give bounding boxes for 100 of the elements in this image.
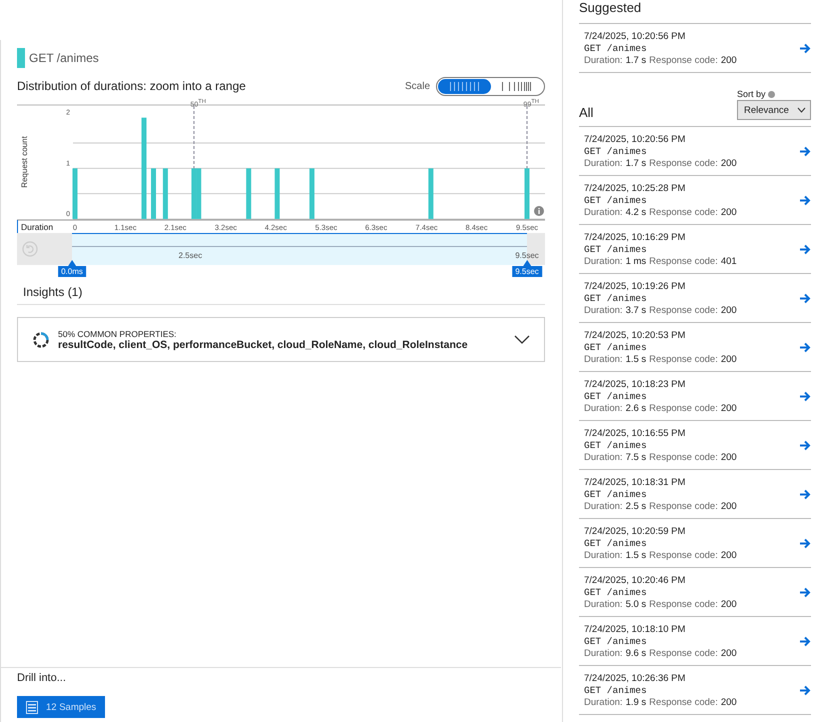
response-code-label: Response code: [649, 500, 718, 512]
arrow-right-icon[interactable] [799, 586, 811, 598]
sample-list-item[interactable]: 7/24/2025, 10:20:46 PM GET /animes Duration: 5.0 s Response code: 200 [579, 567, 811, 616]
sort-label: Sort by [737, 89, 766, 99]
arrow-right-icon[interactable] [799, 146, 811, 156]
sample-request: GET /animes [584, 488, 648, 500]
duration-value: 2.6 s [626, 402, 646, 414]
insight-heading: 50% COMMON PROPERTIES: [58, 328, 178, 338]
histogram-bar [274, 168, 280, 219]
duration-value: 1.7 s [626, 54, 646, 66]
duration-label: Duration: [584, 500, 623, 512]
response-code-value: 200 [720, 500, 737, 512]
sample-time: 7/24/2025, 10:25:28 PM [584, 182, 686, 194]
sample-list-item[interactable]: 7/24/2025, 10:16:55 PM GET /animes Duration: 7.5 s Response code: 200 [579, 420, 811, 469]
sample-list-item[interactable]: 7/24/2025, 10:18:31 PM GET /animes Duration: 2.5 s Response code: 200 [579, 469, 811, 518]
duration-value: 1 ms [626, 256, 646, 266]
response-code-value: 200 [720, 452, 737, 462]
histogram-bar [72, 168, 78, 219]
response-code-value: 200 [720, 598, 737, 610]
scale-option[interactable] [438, 78, 490, 94]
sample-time: 7/24/2025, 10:16:29 PM [584, 232, 686, 242]
duration-label: Duration: [584, 550, 623, 560]
sample-request: GET /animes [584, 684, 648, 696]
histogram-bar [162, 168, 168, 219]
sample-request: GET /animes [584, 440, 648, 450]
list-icon [26, 700, 38, 714]
sample-list-item[interactable]: 7/24/2025, 10:26:36 PM GET /animes Duration: 1.9 s Response code: 200 [579, 665, 811, 714]
arrow-right-icon[interactable] [799, 342, 811, 352]
arrow-right-icon[interactable] [799, 194, 811, 206]
sample-request: GET /animes [584, 586, 648, 598]
suggested-title: Suggested [579, 0, 642, 17]
operation-title: GET /animes [29, 51, 99, 65]
sample-request: GET /animes [584, 342, 648, 352]
response-code-label: Response code: [649, 256, 718, 266]
sample-list-item[interactable]: 7/24/2025, 10:18:23 PM GET /animes Duration: 2.6 s Response code: 200 [579, 371, 811, 420]
histogram-bar [151, 168, 156, 219]
response-code-label: Response code: [649, 158, 718, 168]
arrow-right-icon[interactable] [799, 440, 811, 450]
duration-value: 7.5 s [626, 452, 646, 462]
duration-value: 4.2 s [626, 206, 646, 218]
linear-scale-icon [448, 82, 480, 90]
sample-time: 7/24/2025, 10:20:53 PM [584, 330, 686, 340]
arrow-right-icon[interactable] [799, 244, 811, 254]
arrow-right-icon[interactable] [799, 292, 811, 304]
x-axis-title: Duration [21, 222, 54, 232]
sample-list-item[interactable]: 7/24/2025, 10:20:56 PM GET /animes Duration: 1.7 s Response code: 200 [579, 126, 811, 175]
duration-label: Duration: [584, 354, 623, 364]
samples-button[interactable]: 12 Samples [17, 696, 106, 718]
sample-list-item[interactable]: 7/24/2025, 10:20:59 PM GET /animes Duration: 1.5 s Response code: 200 [579, 518, 811, 567]
sample-list-item[interactable]: 7/24/2025, 10:16:29 PM GET /animes Duration: 1 ms Response code: 401 [579, 224, 811, 273]
response-code-label: Response code: [649, 550, 718, 560]
duration-label: Duration: [584, 304, 623, 316]
response-code-value: 200 [720, 696, 737, 708]
arrow-right-icon[interactable] [799, 42, 811, 54]
response-code-label: Response code: [649, 304, 718, 316]
arrow-right-icon[interactable] [799, 684, 811, 696]
sample-request: GET /animes [584, 146, 648, 156]
sample-list-item[interactable]: 7/24/2025, 10:18:10 PM GET /animes Duration: 9.6 s Response code: 200 [579, 616, 811, 665]
duration-label: Duration: [584, 598, 623, 610]
histogram-bar [524, 168, 530, 219]
histogram-bar [309, 168, 314, 219]
duration-label: Duration: [584, 452, 623, 462]
duration-value: 1.9 s [626, 696, 646, 708]
sample-list-item[interactable]: 7/24/2025, 10:20:56 PM GET /animes Duration: 1.7 s Response code: 200 [579, 23, 811, 72]
duration-value: 2.5 s [626, 500, 646, 512]
chevron-icon[interactable] [514, 334, 530, 344]
scale-label: Scale [404, 80, 430, 92]
sample-time: 7/24/2025, 10:26:36 PM [584, 672, 686, 684]
duration-label: Duration: [584, 648, 623, 658]
sample-time: 7/24/2025, 10:20:56 PM [584, 30, 686, 42]
scale-toggle[interactable] [436, 76, 545, 96]
response-code-label: Response code: [649, 452, 718, 462]
duration-label: Duration: [584, 54, 623, 66]
drill-title: Drill into... [17, 672, 67, 684]
response-code-label: Response code: [649, 206, 718, 218]
sort-dropdown[interactable]: Relevance [737, 100, 811, 120]
range-mark: 9.5sec [515, 251, 539, 260]
response-code-value: 200 [720, 54, 737, 66]
sample-time: 7/24/2025, 10:19:26 PM [584, 280, 686, 292]
donut-icon [32, 330, 50, 348]
sample-request: GET /animes [584, 194, 648, 206]
duration-label: Duration: [584, 206, 623, 218]
sample-list-item[interactable]: 7/24/2025, 10:20:53 PM GET /animes Duration: 1.5 s Response code: 200 [579, 322, 811, 371]
sample-list-item[interactable]: 7/24/2025, 10:19:26 PM GET /animes Duration: 3.7 s Response code: 200 [579, 273, 811, 322]
insight-card[interactable]: 50% COMMON PROPERTIES: resultCode, client_OS, performanceBucket, cloud_RoleName, cloud_RoleInstance [17, 317, 545, 362]
response-code-label: Response code: [649, 402, 718, 414]
arrow-right-icon[interactable] [799, 538, 811, 548]
arrow-right-icon[interactable] [799, 488, 811, 500]
duration-value: 1.5 s [626, 354, 646, 364]
histogram-bar [246, 168, 252, 219]
sample-request: GET /animes [584, 390, 648, 402]
sample-request: GET /animes [584, 292, 648, 304]
duration-value: 3.7 s [626, 304, 646, 316]
response-code-value: 200 [720, 648, 737, 658]
duration-value: 1.7 s [626, 158, 646, 168]
arrow-right-icon[interactable] [799, 390, 811, 402]
sample-list-item[interactable]: 7/24/2025, 10:25:28 PM GET /animes Duration: 4.2 s Response code: 200 [579, 175, 811, 224]
arrow-right-icon[interactable] [799, 636, 811, 646]
response-code-value: 200 [720, 550, 737, 560]
chart-title: Distribution of durations: zoom into a range [17, 79, 246, 93]
